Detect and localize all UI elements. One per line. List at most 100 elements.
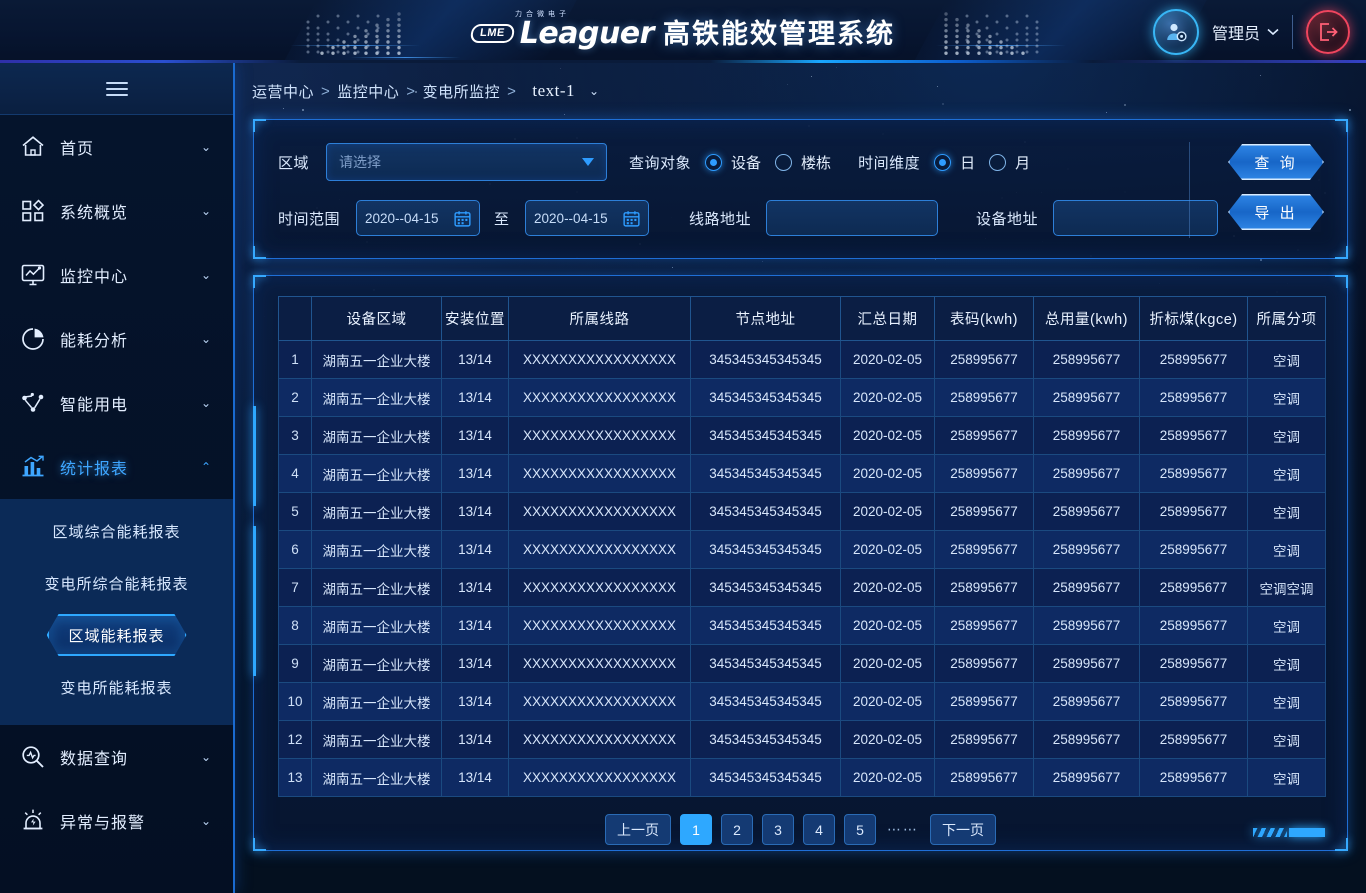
sidebar-item-label: 监控中心 bbox=[60, 263, 187, 287]
table-row[interactable]: 5 湖南五一企业大楼 13/14 XXXXXXXXXXXXXXXXX 345345345… bbox=[279, 493, 1326, 531]
time-range-label: 时间范围 bbox=[278, 208, 340, 229]
table-cell: XXXXXXXXXXXXXXXXX bbox=[509, 759, 691, 797]
table-row[interactable]: 7 湖南五一企业大楼 13/14 XXXXXXXXXXXXXXXXX 345345345… bbox=[279, 569, 1326, 607]
sidebar-item-2[interactable]: 监控中心 ⌄ bbox=[0, 243, 233, 307]
table-cell: 258995677 bbox=[1034, 759, 1140, 797]
table-cell: 258995677 bbox=[1140, 417, 1248, 455]
export-button[interactable]: 导 出 bbox=[1228, 194, 1324, 230]
sidebar-subitem-1[interactable]: 变电所综合能耗报表 bbox=[0, 557, 233, 609]
date-from-value: 2020--04-15 bbox=[365, 211, 448, 226]
table-cell: 258995677 bbox=[935, 759, 1034, 797]
pagination-page-3[interactable]: 3 bbox=[762, 814, 794, 845]
pagination-prev[interactable]: 上一页 bbox=[605, 814, 671, 845]
pagination-page-2[interactable]: 2 bbox=[721, 814, 753, 845]
query-object-radio-building[interactable]: 楼栋 bbox=[775, 152, 831, 173]
pagination-page-1[interactable]: 1 bbox=[680, 814, 712, 845]
breadcrumb-item-0[interactable]: 运营中心 bbox=[252, 81, 314, 102]
sidebar-item-7[interactable]: 异常与报警 ⌄ bbox=[0, 789, 233, 853]
logo-wordmark: Leaguer bbox=[520, 16, 654, 51]
table-cell: 空调 bbox=[1248, 493, 1326, 531]
date-to-input[interactable]: 2020--04-15 bbox=[525, 200, 649, 236]
table-cell: XXXXXXXXXXXXXXXXX bbox=[509, 569, 691, 607]
radio-device[interactable] bbox=[705, 154, 722, 171]
table-cell: 空调 bbox=[1248, 721, 1326, 759]
sidebar-item-3[interactable]: 能耗分析 ⌄ bbox=[0, 307, 233, 371]
table-cell: 258995677 bbox=[1034, 683, 1140, 721]
table-cell: 13/14 bbox=[442, 569, 509, 607]
time-dimension-radio-month[interactable]: 月 bbox=[989, 152, 1030, 173]
table-cell: 湖南五一企业大楼 bbox=[312, 721, 442, 759]
row-index: 10 bbox=[279, 683, 312, 721]
table-row[interactable]: 8 湖南五一企业大楼 13/14 XXXXXXXXXXXXXXXXX 345345345… bbox=[279, 607, 1326, 645]
user-menu[interactable]: 管理员 bbox=[1212, 20, 1279, 44]
logout-button[interactable] bbox=[1306, 10, 1350, 54]
device-address-input[interactable] bbox=[1053, 200, 1218, 236]
sidebar-item-4[interactable]: 智能用电 ⌄ bbox=[0, 371, 233, 435]
table-cell: XXXXXXXXXXXXXXXXX bbox=[509, 607, 691, 645]
table-cell: 湖南五一企业大楼 bbox=[312, 341, 442, 379]
table-row[interactable]: 3 湖南五一企业大楼 13/14 XXXXXXXXXXXXXXXXX 345345345… bbox=[279, 417, 1326, 455]
table-cell: 258995677 bbox=[1140, 341, 1248, 379]
radio-day[interactable] bbox=[934, 154, 951, 171]
table-cell: 258995677 bbox=[935, 379, 1034, 417]
table-row[interactable]: 13 湖南五一企业大楼 13/14 XXXXXXXXXXXXXXXXX 34534534… bbox=[279, 759, 1326, 797]
pagination-page-5[interactable]: 5 bbox=[844, 814, 876, 845]
table-cell: 2020-02-05 bbox=[841, 607, 935, 645]
sidebar-item-label: 异常与报警 bbox=[60, 809, 187, 833]
table-cell: 湖南五一企业大楼 bbox=[312, 379, 442, 417]
table-cell: XXXXXXXXXXXXXXXXX bbox=[509, 645, 691, 683]
table-row[interactable]: 9 湖南五一企业大楼 13/14 XXXXXXXXXXXXXXXXX 345345345… bbox=[279, 645, 1326, 683]
query-button[interactable]: 查 询 bbox=[1228, 144, 1324, 180]
sidebar-item-0[interactable]: 首页 ⌄ bbox=[0, 115, 233, 179]
table-cell: 258995677 bbox=[935, 607, 1034, 645]
breadcrumb-item-1[interactable]: 监控中心 bbox=[337, 81, 399, 102]
line-address-input[interactable] bbox=[766, 200, 938, 236]
sidebar-item-1[interactable]: 系统概览 ⌄ bbox=[0, 179, 233, 243]
table-column-header-4: 节点地址 bbox=[691, 297, 841, 341]
table-cell: 2020-02-05 bbox=[841, 569, 935, 607]
query-object-radio-device[interactable]: 设备 bbox=[705, 152, 761, 173]
breadcrumb-dropdown-icon[interactable]: ⌄ bbox=[575, 84, 600, 98]
area-select[interactable]: 请选择 bbox=[326, 143, 607, 181]
table-cell: 13/14 bbox=[442, 379, 509, 417]
sidebar-item-label: 智能用电 bbox=[60, 391, 187, 415]
table-row[interactable]: 10 湖南五一企业大楼 13/14 XXXXXXXXXXXXXXXXX 34534534… bbox=[279, 683, 1326, 721]
table-cell: 13/14 bbox=[442, 455, 509, 493]
table-column-header-9: 所属分项 bbox=[1248, 297, 1326, 341]
sidebar-item-5[interactable]: 统计报表 ⌃ bbox=[0, 435, 233, 499]
breadcrumb-item-2[interactable]: 变电所监控 bbox=[423, 81, 501, 102]
time-dimension-radio-day[interactable]: 日 bbox=[934, 152, 975, 173]
table-cell: 258995677 bbox=[1034, 645, 1140, 683]
avatar[interactable] bbox=[1153, 9, 1199, 55]
table-row[interactable]: 12 湖南五一企业大楼 13/14 XXXXXXXXXXXXXXXXX 34534534… bbox=[279, 721, 1326, 759]
table-cell: 湖南五一企业大楼 bbox=[312, 645, 442, 683]
radio-building[interactable] bbox=[775, 154, 792, 171]
sidebar-subitem-0[interactable]: 区域综合能耗报表 bbox=[0, 505, 233, 557]
table-cell: XXXXXXXXXXXXXXXXX bbox=[509, 493, 691, 531]
table-cell: 13/14 bbox=[442, 341, 509, 379]
pagination-next[interactable]: 下一页 bbox=[930, 814, 996, 845]
table-cell: 湖南五一企业大楼 bbox=[312, 569, 442, 607]
sidebar-item-6[interactable]: 数据查询 ⌄ bbox=[0, 725, 233, 789]
panel-side-accent bbox=[253, 406, 256, 506]
sidebar-subitem-3[interactable]: 变电所能耗报表 bbox=[0, 661, 233, 713]
sidebar-toggle[interactable] bbox=[0, 63, 233, 115]
table-row[interactable]: 2 湖南五一企业大楼 13/14 XXXXXXXXXXXXXXXXX 345345345… bbox=[279, 379, 1326, 417]
table-row[interactable]: 6 湖南五一企业大楼 13/14 XXXXXXXXXXXXXXXXX 345345345… bbox=[279, 531, 1326, 569]
date-from-input[interactable]: 2020--04-15 bbox=[356, 200, 480, 236]
radio-month[interactable] bbox=[989, 154, 1006, 171]
filter-row-1: 区域 请选择 查询对象 设备 楼栋 时间维度 日 月 bbox=[278, 139, 1323, 185]
sidebar-item-label: 首页 bbox=[60, 135, 187, 159]
date-range-separator: 至 bbox=[494, 208, 509, 229]
user-gear-icon bbox=[1163, 19, 1189, 45]
home-icon bbox=[20, 134, 46, 160]
table-row[interactable]: 1 湖南五一企业大楼 13/14 XXXXXXXXXXXXXXXXX 345345345… bbox=[279, 341, 1326, 379]
table-cell: 2020-02-05 bbox=[841, 721, 935, 759]
pagination-page-4[interactable]: 4 bbox=[803, 814, 835, 845]
table-row[interactable]: 4 湖南五一企业大楼 13/14 XXXXXXXXXXXXXXXXX 345345345… bbox=[279, 455, 1326, 493]
chevron-down-icon bbox=[582, 158, 594, 166]
table-cell: 258995677 bbox=[1034, 379, 1140, 417]
table-cell: 345345345345345 bbox=[691, 417, 841, 455]
table-cell: 258995677 bbox=[1034, 531, 1140, 569]
sidebar-subitem-2[interactable]: 区域能耗报表 bbox=[0, 609, 233, 661]
